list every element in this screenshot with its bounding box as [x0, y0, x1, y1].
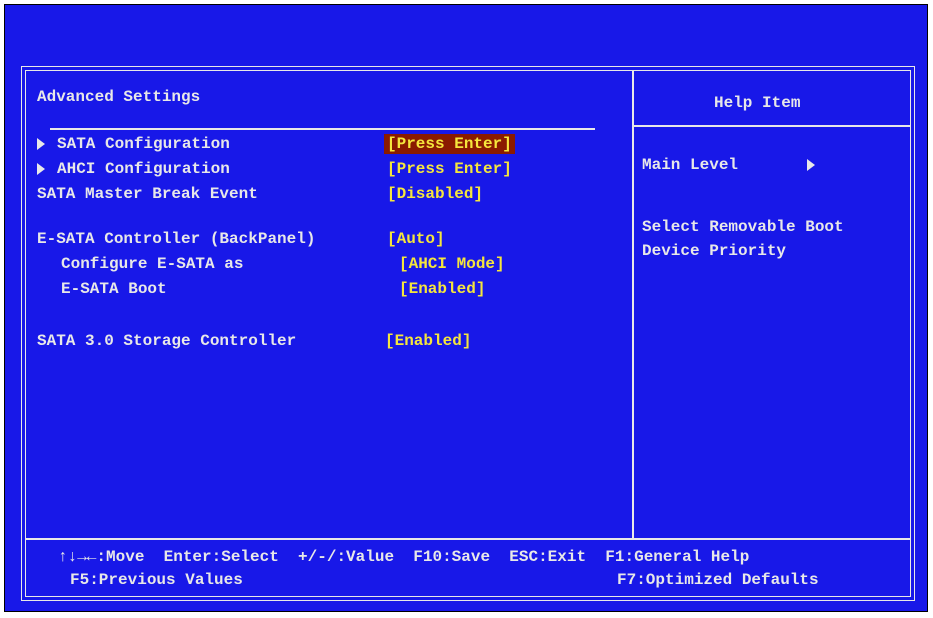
help-description-line1: Select Removable Boot: [642, 218, 844, 236]
main-panel: Advanced Settings Help Item Main Level S…: [21, 66, 915, 601]
title-underline: [50, 128, 595, 130]
setting-value[interactable]: [Enabled]: [399, 279, 485, 299]
setting-label: E-SATA Controller (BackPanel): [37, 230, 316, 248]
footer-key-legend: ↑↓→←:Move Enter:Select +/-/:Value F10:Sa…: [58, 548, 750, 566]
setting-value[interactable]: [Auto]: [387, 229, 445, 249]
setting-value[interactable]: [Press Enter]: [387, 159, 512, 179]
setting-label: SATA 3.0 Storage Controller: [37, 332, 297, 350]
setting-label: AHCI Configuration: [57, 160, 230, 178]
footer-previous-values: F5:Previous Values: [70, 571, 243, 589]
setting-label: E-SATA Boot: [61, 280, 167, 298]
help-title: Help Item: [714, 94, 801, 112]
help-level: Main Level: [642, 156, 739, 174]
setting-value[interactable]: [Press Enter]: [384, 134, 515, 154]
setting-label: Configure E-SATA as: [61, 255, 244, 273]
submenu-arrow-icon: [37, 163, 45, 175]
setting-value[interactable]: [AHCI Mode]: [399, 254, 505, 274]
submenu-arrow-icon: [37, 138, 45, 150]
bios-screen: Advanced Settings Help Item Main Level S…: [4, 4, 928, 612]
help-divider: [634, 125, 910, 127]
footer-optimized-defaults: F7:Optimized Defaults: [617, 571, 819, 589]
submenu-arrow-icon: [807, 159, 815, 171]
setting-label: SATA Master Break Event: [37, 185, 258, 203]
setting-label: SATA Configuration: [57, 135, 230, 153]
vertical-divider: [632, 71, 634, 538]
setting-value[interactable]: [Disabled]: [387, 184, 483, 204]
help-description-line2: Device Priority: [642, 242, 787, 260]
setting-value[interactable]: [Enabled]: [385, 331, 471, 351]
panel-inner-border: Advanced Settings Help Item Main Level S…: [25, 70, 911, 597]
footer-divider: [26, 538, 910, 540]
page-title: Advanced Settings: [37, 88, 201, 106]
